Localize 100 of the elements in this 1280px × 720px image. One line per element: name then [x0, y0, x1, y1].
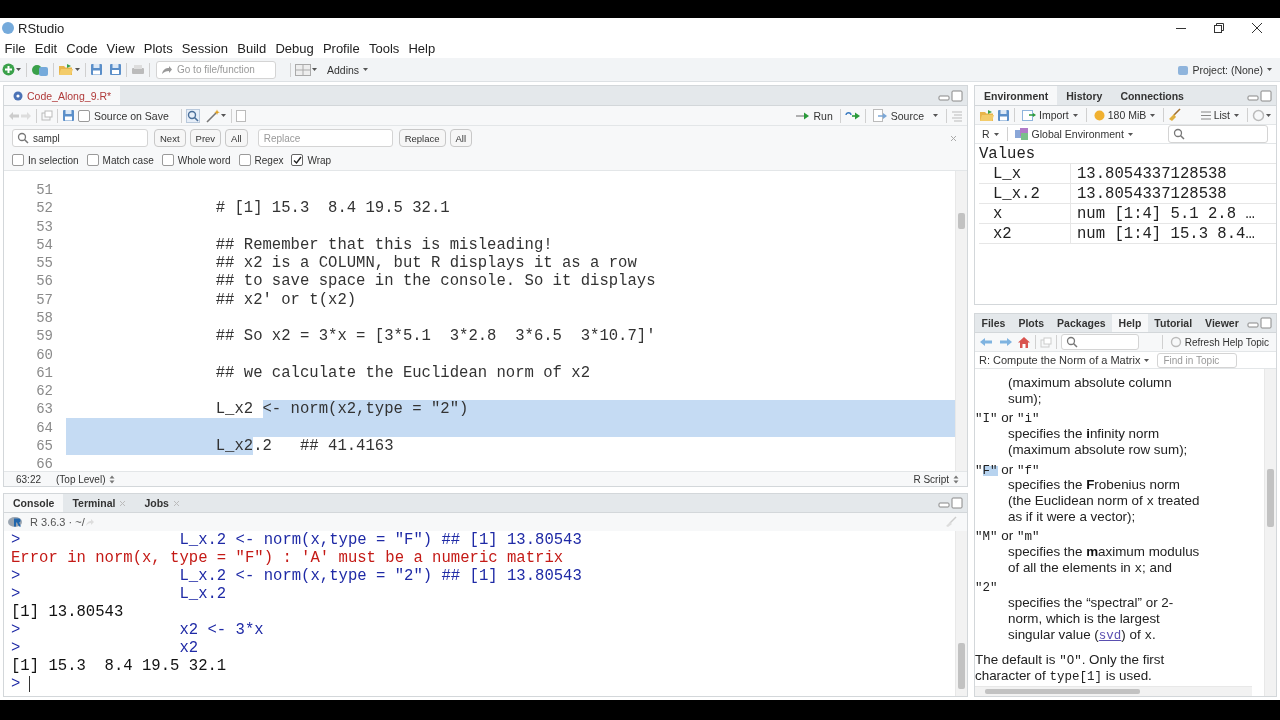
save-icon[interactable]: [997, 108, 1010, 122]
menu-item[interactable]: Profile: [318, 40, 365, 56]
menu-item[interactable]: Tools: [364, 40, 404, 56]
checkbox[interactable]: [238, 154, 251, 166]
caret-icon[interactable]: [219, 113, 227, 118]
run-button[interactable]: Run: [793, 109, 836, 122]
replace-field[interactable]: Replace: [257, 129, 393, 147]
caret-icon[interactable]: [1266, 67, 1273, 72]
tab[interactable]: Help: [1112, 314, 1148, 332]
tab[interactable]: Environment: [975, 86, 1058, 105]
help-description: (maximum absolute column sum);: [1008, 375, 1173, 407]
tab[interactable]: Console: [4, 494, 64, 512]
line-number: 52: [35, 200, 54, 217]
new-window-icon[interactable]: [41, 110, 53, 121]
caret-icon[interactable]: [1126, 131, 1134, 137]
addins-button[interactable]: Addins: [324, 63, 373, 76]
caret-icon[interactable]: [74, 67, 81, 72]
console-line: > L_x.2 <- norm(x,type = "2") ## [1] 13.80543: [11, 567, 583, 585]
find-in-topic-field[interactable]: Find in Topic: [1157, 352, 1238, 368]
folder-icon[interactable]: [979, 108, 995, 122]
help-link[interactable]: svd: [1098, 630, 1122, 641]
view-mode-button[interactable]: List: [1197, 109, 1243, 121]
file-type-label[interactable]: R Script: [913, 473, 949, 485]
language-dropdown[interactable]: R: [979, 128, 1003, 140]
find-all-button[interactable]: All: [225, 129, 248, 147]
caret-icon[interactable]: [1149, 112, 1157, 118]
checkbox-label: In selection: [28, 154, 79, 166]
memory-button[interactable]: 180 MiB: [1090, 109, 1160, 121]
caret-icon[interactable]: [932, 113, 939, 118]
caret-icon[interactable]: [1265, 112, 1272, 118]
line-number: 64: [35, 419, 54, 436]
previous-button[interactable]: Prev: [189, 129, 222, 147]
next-button[interactable]: Next: [154, 129, 186, 147]
pie-icon: [1093, 109, 1105, 121]
menu-item[interactable]: Code: [61, 40, 102, 56]
caret-icon[interactable]: [1071, 112, 1079, 118]
forward-icon[interactable]: [999, 337, 1013, 347]
menu-item[interactable]: Help: [403, 40, 440, 56]
replace-all-button[interactable]: All: [449, 129, 473, 147]
console-line: > x2 <- 3*x: [11, 621, 265, 639]
maximize-pane-icon[interactable]: [1260, 89, 1272, 102]
maximize-pane-icon[interactable]: [951, 497, 963, 509]
menu-item[interactable]: Build: [232, 40, 271, 56]
rerun-icon[interactable]: [844, 111, 861, 120]
home-icon[interactable]: [1017, 335, 1031, 349]
caret-icon[interactable]: [992, 131, 1000, 137]
checkbox-label: Source on Save: [94, 109, 169, 122]
find-field[interactable]: sampl: [12, 129, 148, 147]
line-number: 59: [35, 328, 54, 345]
save-all-icon[interactable]: [109, 63, 122, 76]
window-title: RStudio: [18, 20, 65, 36]
caret-icon[interactable]: [311, 67, 318, 72]
print-icon[interactable]: [131, 63, 145, 76]
magic-wand-icon[interactable]: [205, 108, 220, 123]
save-icon[interactable]: [90, 63, 103, 76]
checkbox[interactable]: [86, 154, 99, 166]
menu-item[interactable]: Debug: [270, 40, 319, 56]
new-file-icon[interactable]: [2, 63, 15, 76]
new-window-icon[interactable]: [1040, 336, 1052, 348]
restore-icon[interactable]: [1214, 23, 1224, 33]
menu-item[interactable]: View: [102, 40, 140, 56]
help-topic-dropdown[interactable]: R: Compute the Norm of a Matrix: [979, 354, 1154, 366]
back-icon[interactable]: [8, 110, 20, 121]
save-icon[interactable]: [62, 109, 75, 122]
scope-label[interactable]: (Top Level): [56, 473, 106, 485]
new-project-icon[interactable]: [31, 62, 49, 77]
menu-item[interactable]: File: [0, 40, 31, 56]
line-number: 60: [35, 346, 54, 363]
help-term: "I" or "i": [975, 410, 1041, 427]
document-icon[interactable]: [235, 109, 246, 122]
maximize-pane-icon[interactable]: [1260, 317, 1272, 329]
checkbox[interactable]: [78, 109, 90, 122]
environment-dropdown[interactable]: Global Environment: [1011, 128, 1137, 140]
help-search-field[interactable]: [1061, 334, 1139, 350]
project-button[interactable]: Project: (None): [1174, 63, 1276, 76]
maximize-pane-icon[interactable]: [951, 89, 963, 102]
caret-icon[interactable]: [15, 67, 22, 72]
tab[interactable]: Code_Along_9.R*: [4, 86, 121, 105]
checkbox-label: Whole word: [177, 154, 231, 166]
replace-button[interactable]: Replace: [398, 129, 446, 147]
caret-icon[interactable]: [1233, 112, 1240, 118]
menu-item[interactable]: Plots: [139, 40, 178, 56]
caret-icon[interactable]: [1143, 357, 1151, 363]
caret-icon[interactable]: [362, 67, 370, 72]
arrow-icon: [161, 64, 173, 75]
find-icon[interactable]: [185, 108, 200, 123]
checkbox[interactable]: [161, 154, 174, 166]
help-term: "M" or "m": [975, 528, 1041, 545]
search-field[interactable]: [1168, 125, 1268, 143]
menu-item[interactable]: Session: [177, 40, 233, 56]
back-icon[interactable]: [979, 337, 993, 347]
menu-item[interactable]: Edit: [30, 40, 62, 56]
broom-icon[interactable]: [1168, 108, 1182, 122]
import-button[interactable]: Import: [1019, 109, 1082, 121]
go-to-file-field[interactable]: Go to file/function: [156, 60, 276, 79]
checkbox[interactable]: [291, 154, 304, 166]
list-icon: [1200, 110, 1211, 120]
checkbox[interactable]: [12, 154, 24, 166]
source-button[interactable]: Source: [869, 109, 942, 122]
close-icon[interactable]: [1252, 23, 1262, 33]
